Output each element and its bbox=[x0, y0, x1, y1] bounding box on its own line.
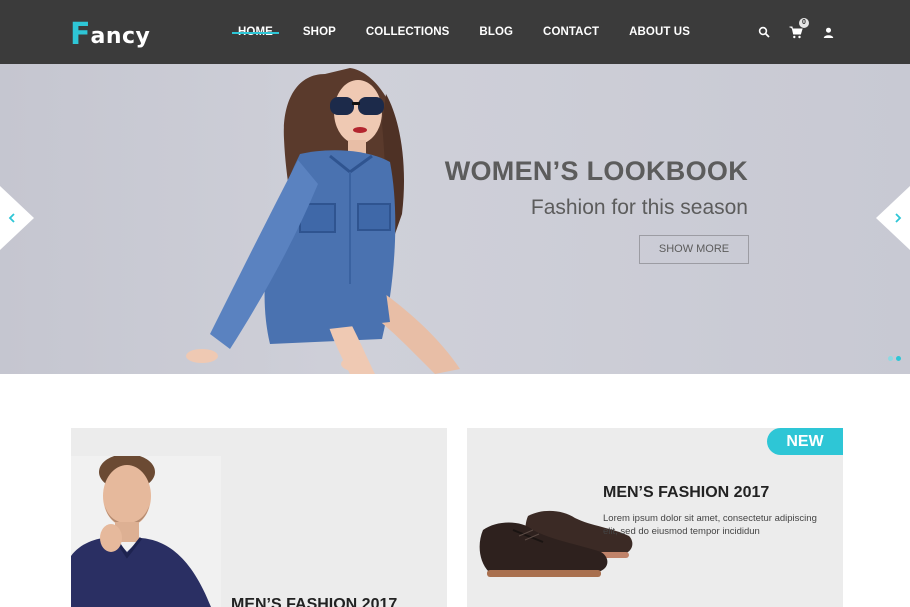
site-header: Fancy HOME SHOP COLLECTIONS BLOG CONTACT… bbox=[0, 0, 910, 64]
chevron-right-icon bbox=[876, 186, 910, 250]
product-title: MEN’S FASHION 2017 bbox=[231, 596, 398, 607]
nav-blog[interactable]: BLOG bbox=[479, 26, 513, 38]
chevron-left-icon bbox=[0, 186, 34, 250]
product-description: Lorem ipsum dolor sit amet, consectetur … bbox=[603, 513, 817, 537]
product-banner-shoes[interactable]: NEW MEN’S FASHION 2017 Lorem ipsum dolor… bbox=[467, 428, 843, 607]
nav-contact[interactable]: CONTACT bbox=[543, 26, 599, 38]
nav-about-us[interactable]: ABOUT US bbox=[629, 26, 690, 38]
hero-title: WOMEN’S LOOKBOOK bbox=[444, 156, 748, 186]
slider-prev-button[interactable] bbox=[0, 186, 34, 250]
slider-dot[interactable] bbox=[896, 356, 901, 361]
main-nav: HOME SHOP COLLECTIONS BLOG CONTACT ABOUT… bbox=[232, 0, 720, 64]
search-icon[interactable] bbox=[752, 20, 776, 44]
hero-subtitle: Fashion for this season bbox=[530, 196, 748, 219]
nav-collections[interactable]: COLLECTIONS bbox=[366, 26, 450, 38]
header-actions: 0 bbox=[752, 18, 848, 44]
new-badge: NEW bbox=[767, 428, 843, 455]
logo-text: ancy bbox=[90, 24, 151, 49]
nav-shop[interactable]: SHOP bbox=[303, 26, 336, 38]
men-model-image bbox=[71, 456, 221, 607]
product-banner-men[interactable]: MEN’S FASHION 2017 bbox=[71, 428, 447, 607]
logo-mark: F bbox=[70, 17, 91, 52]
user-icon[interactable] bbox=[816, 20, 840, 44]
hero-model-image bbox=[186, 68, 460, 374]
slider-next-button[interactable] bbox=[876, 186, 910, 250]
cart-icon[interactable]: 0 bbox=[784, 18, 809, 44]
brand-logo[interactable]: Fancy bbox=[70, 12, 150, 52]
show-more-button[interactable]: SHOW MORE bbox=[639, 235, 749, 264]
cart-count-badge: 0 bbox=[799, 18, 809, 28]
product-title: MEN’S FASHION 2017 bbox=[603, 484, 770, 501]
nav-home[interactable]: HOME bbox=[232, 26, 279, 38]
slider-dots bbox=[885, 356, 901, 361]
slider-dot[interactable] bbox=[888, 356, 893, 361]
hero-slider: WOMEN’S LOOKBOOK Fashion for this season… bbox=[0, 64, 910, 374]
